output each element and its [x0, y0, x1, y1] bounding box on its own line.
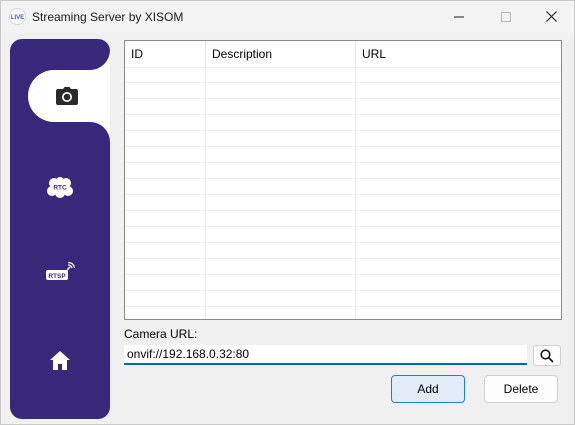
row-divider [125, 226, 561, 227]
row-divider [125, 210, 561, 211]
sidebar-item-rtsp[interactable]: RTSP [10, 246, 110, 298]
column-divider [205, 67, 206, 319]
row-divider [125, 258, 561, 259]
active-tab-curve-top [90, 50, 110, 70]
svg-text:RTSP: RTSP [48, 273, 66, 280]
close-button[interactable] [528, 1, 574, 32]
maximize-button[interactable] [483, 1, 529, 32]
camera-url-label: Camera URL: [124, 327, 198, 341]
window-title: Streaming Server by XISOM [32, 10, 184, 24]
row-divider [125, 194, 561, 195]
delete-button[interactable]: Delete [484, 375, 558, 403]
app-logo-icon: LIVE [9, 8, 26, 25]
camera-icon [56, 87, 78, 105]
row-divider [125, 82, 561, 83]
sidebar-item-home[interactable] [10, 334, 110, 386]
search-icon [540, 348, 554, 363]
app-window: LIVE Streaming Server by XISOM RTC RTSP … [0, 0, 575, 425]
svg-text:RTC: RTC [53, 185, 67, 192]
sidebar-item-camera[interactable] [28, 70, 110, 122]
camera-url-input[interactable] [124, 345, 527, 365]
rtc-icon: RTC [47, 177, 73, 198]
row-divider [125, 274, 561, 275]
rtsp-icon: RTSP [46, 262, 75, 280]
row-divider [125, 178, 561, 179]
table-body [125, 67, 561, 319]
row-divider [125, 162, 561, 163]
title-bar: LIVE Streaming Server by XISOM [1, 1, 574, 33]
column-header-url[interactable]: URL [356, 41, 561, 67]
column-header-id[interactable]: ID [125, 41, 206, 67]
sidebar: RTC RTSP [10, 39, 110, 419]
add-button[interactable]: Add [391, 375, 465, 403]
row-divider [125, 114, 561, 115]
search-button[interactable] [533, 345, 561, 366]
minimize-icon [454, 16, 464, 17]
column-divider [355, 67, 356, 319]
camera-list-table[interactable]: ID Description URL [124, 40, 562, 320]
row-divider [125, 130, 561, 131]
row-divider [125, 242, 561, 243]
row-divider [125, 290, 561, 291]
home-icon [50, 350, 70, 370]
close-icon [545, 11, 557, 22]
maximize-icon [501, 11, 511, 22]
column-header-description[interactable]: Description [206, 41, 356, 67]
row-divider [125, 306, 561, 307]
row-divider [125, 146, 561, 147]
row-divider [125, 98, 561, 99]
minimize-button[interactable] [436, 1, 482, 32]
svg-text:LIVE: LIVE [11, 15, 24, 21]
sidebar-item-rtc[interactable]: RTC [10, 161, 110, 213]
active-tab-curve-bottom [90, 122, 110, 142]
table-header: ID Description URL [125, 41, 561, 68]
